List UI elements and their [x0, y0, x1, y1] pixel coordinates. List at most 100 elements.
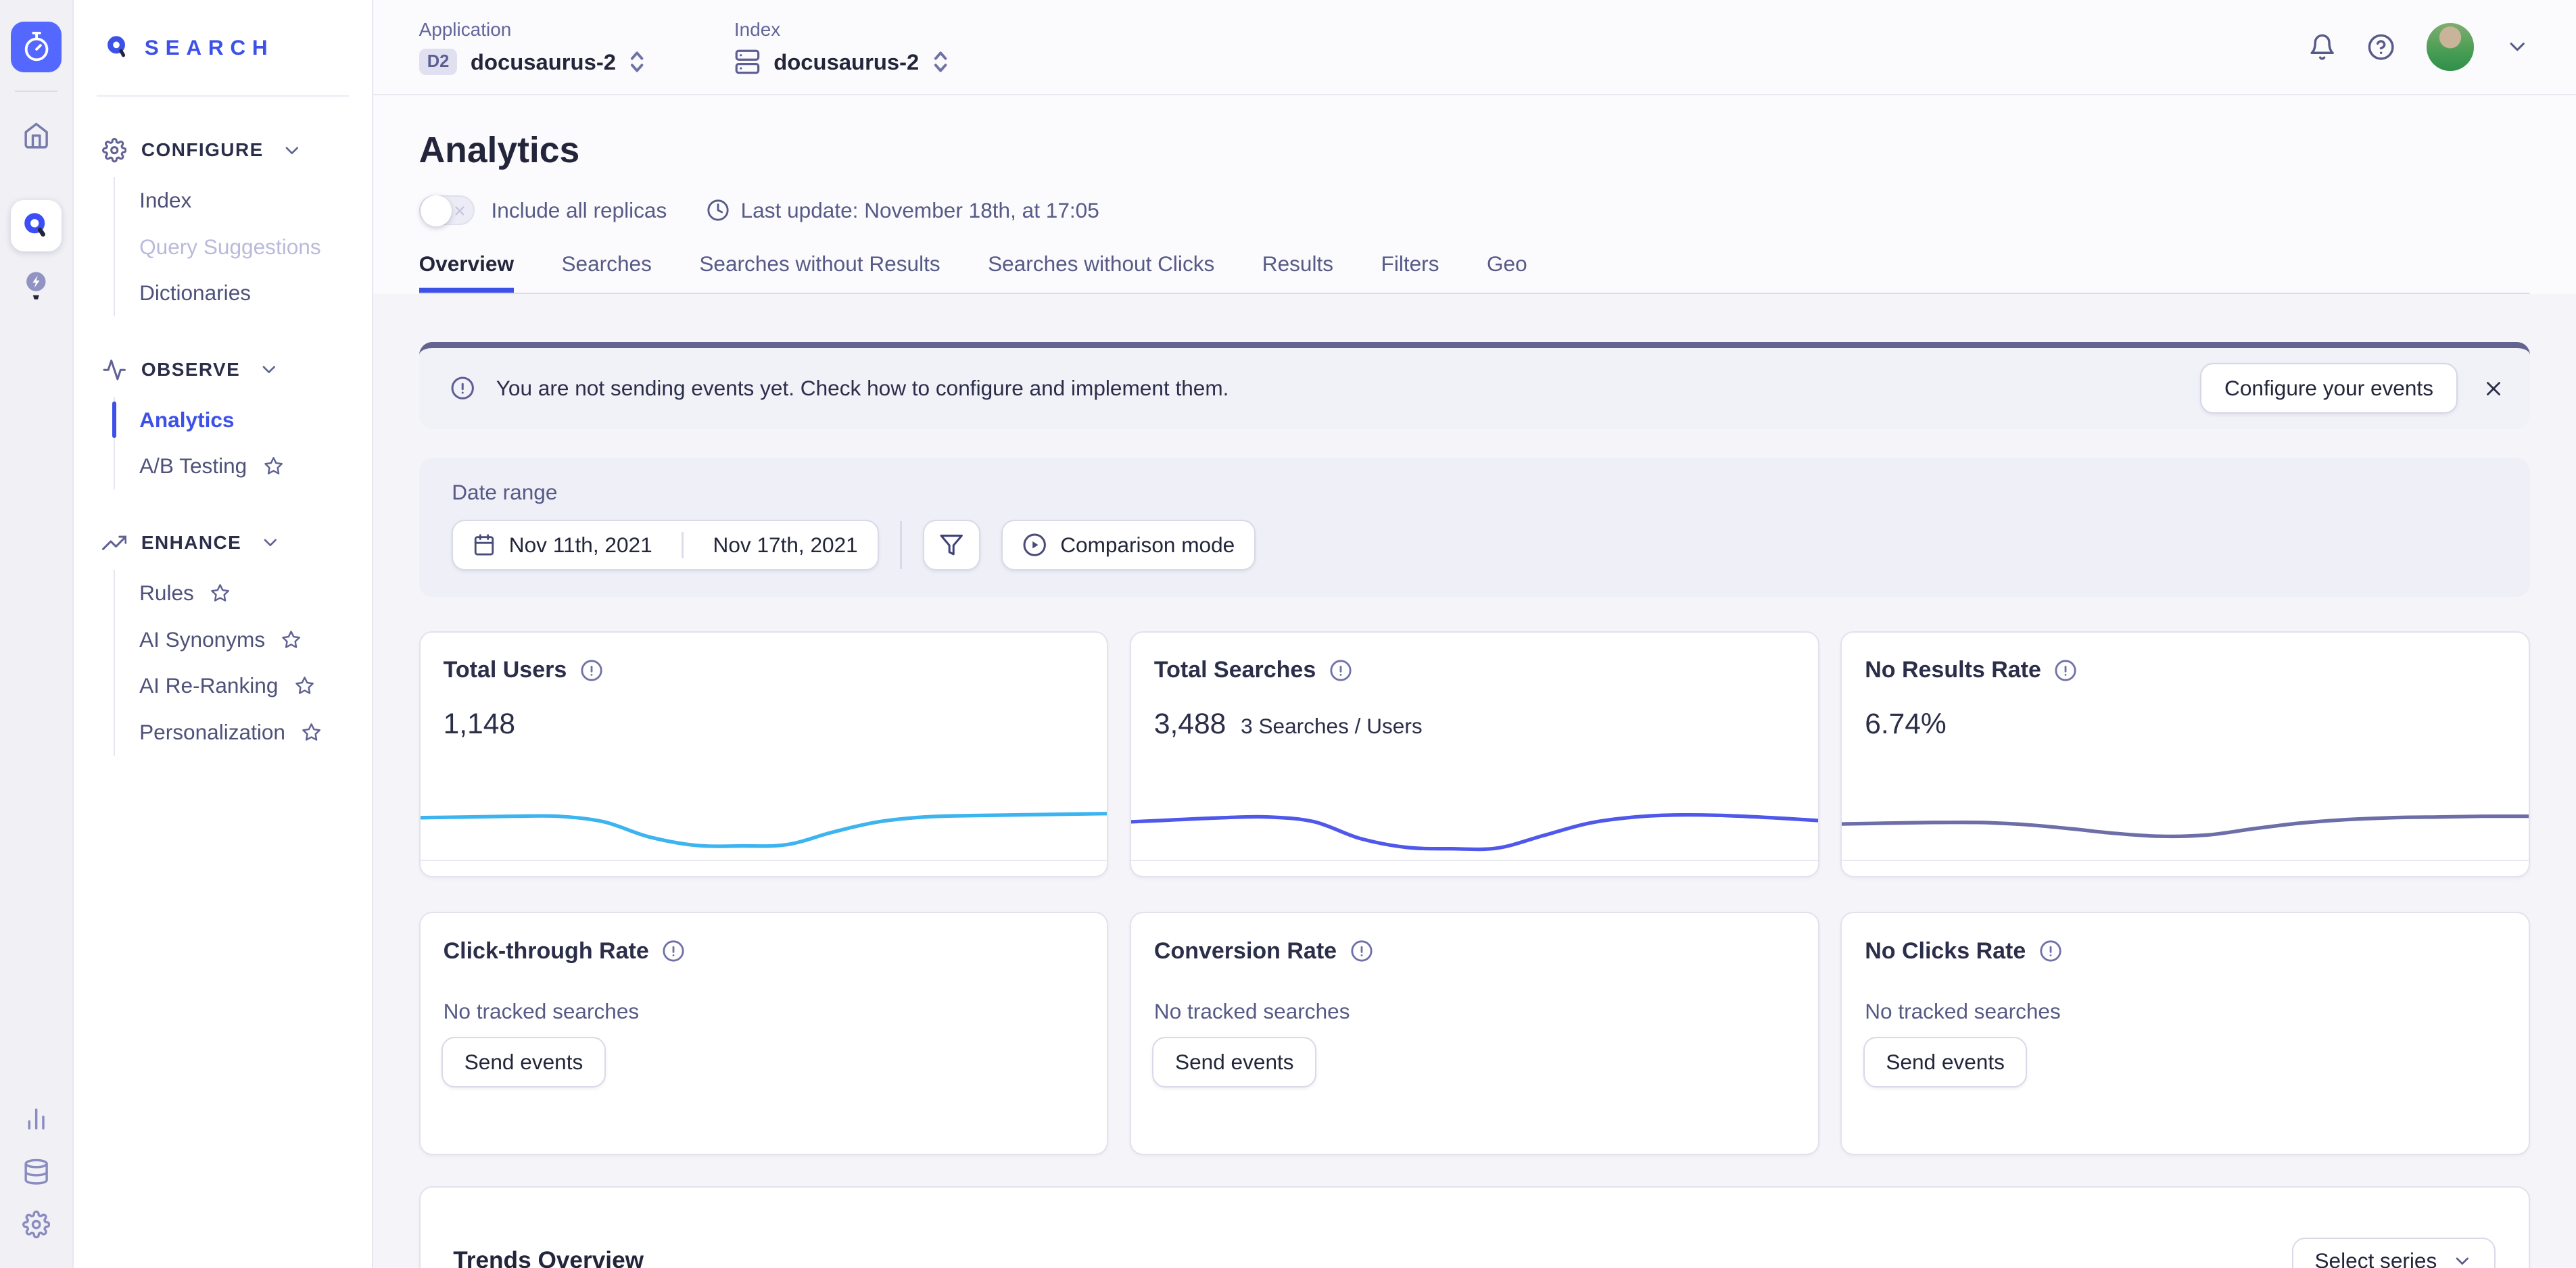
rail-bottom-group	[22, 1105, 50, 1268]
date-separator	[682, 532, 683, 558]
metric-cards-row-1: Total Users 1,148 Total Searches 3,488 3…	[419, 631, 2530, 877]
application-selector: Application D2 docusaurus-2	[419, 19, 646, 75]
empty-state-text: No tracked searches	[1131, 999, 1818, 1024]
empty-state-text: No tracked searches	[1842, 999, 2529, 1024]
star-icon	[302, 723, 321, 742]
sidebar: SEARCH CONFIGURE Index Query Suggestions…	[74, 0, 373, 1268]
index-select[interactable]: docusaurus-2	[734, 49, 949, 75]
metric-value: 6.74%	[1865, 708, 1947, 741]
bar-chart-icon[interactable]	[22, 1105, 50, 1133]
sidebar-item-ai-re-ranking[interactable]: AI Re-Ranking	[115, 662, 372, 709]
stopwatch-icon	[21, 31, 52, 62]
sidebar-item-query-suggestions[interactable]: Query Suggestions	[115, 224, 372, 270]
send-events-button[interactable]: Send events	[1152, 1037, 1316, 1088]
tab-overview[interactable]: Overview	[419, 251, 514, 293]
info-icon[interactable]	[662, 940, 685, 962]
sort-chevrons-icon	[629, 49, 645, 75]
metric-subtext: 3 Searches / Users	[1241, 714, 1423, 739]
database-icon[interactable]	[22, 1158, 50, 1186]
tab-searches[interactable]: Searches	[561, 251, 651, 293]
sidebar-item-ab-testing[interactable]: A/B Testing	[115, 443, 372, 490]
sparkline-baseline	[421, 860, 1107, 861]
chevron-down-icon	[260, 532, 281, 554]
card-total-users: Total Users 1,148	[419, 631, 1109, 877]
card-title: Total Users	[444, 657, 567, 683]
avatar[interactable]	[2427, 23, 2474, 70]
date-end: Nov 17th, 2021	[713, 533, 858, 558]
page-body: You are not sending events yet. Check ho…	[373, 294, 2576, 1268]
trending-up-icon	[102, 531, 126, 555]
events-banner: You are not sending events yet. Check ho…	[419, 342, 2530, 429]
gear-icon	[102, 138, 126, 162]
empty-state-text: No tracked searches	[421, 999, 1107, 1024]
recommend-bulb-icon[interactable]	[20, 268, 53, 303]
tab-filters[interactable]: Filters	[1381, 251, 1439, 293]
index-value: docusaurus-2	[773, 49, 919, 75]
algolia-logo[interactable]	[11, 22, 62, 72]
date-range-panel: Date range Nov 11th, 2021 Nov 17th, 2021	[419, 458, 2530, 597]
application-select[interactable]: D2 docusaurus-2	[419, 49, 646, 75]
bell-icon[interactable]	[2308, 33, 2336, 61]
send-events-button[interactable]: Send events	[442, 1037, 606, 1088]
date-range-button[interactable]: Nov 11th, 2021 Nov 17th, 2021	[452, 520, 879, 570]
home-icon[interactable]	[22, 122, 50, 149]
chevron-down-icon	[258, 359, 280, 381]
sidebar-item-ai-synonyms[interactable]: AI Synonyms	[115, 616, 372, 663]
card-title: No Clicks Rate	[1865, 938, 2026, 965]
tab-searches-without-clicks[interactable]: Searches without Clicks	[988, 251, 1214, 293]
index-label: Index	[734, 19, 949, 41]
sparkline-baseline	[1842, 860, 2529, 861]
chevron-down-icon	[281, 140, 303, 162]
close-icon[interactable]	[2482, 377, 2505, 400]
card-title: Total Searches	[1154, 657, 1316, 683]
application-value: docusaurus-2	[471, 49, 616, 75]
section-header-enhance[interactable]: ENHANCE	[74, 531, 371, 555]
chevron-down-icon[interactable]	[2505, 34, 2529, 59]
section-header-observe[interactable]: OBSERVE	[74, 358, 371, 382]
analytics-tabs: Overview Searches Searches without Resul…	[419, 251, 2530, 294]
tab-results[interactable]: Results	[1262, 251, 1333, 293]
search-product-icon[interactable]	[11, 200, 62, 251]
comparison-mode-button[interactable]: Comparison mode	[1001, 520, 1256, 570]
tab-searches-without-results[interactable]: Searches without Results	[699, 251, 940, 293]
icon-rail	[0, 0, 74, 1268]
last-update: Last update: November 18th, at 17:05	[707, 198, 1099, 223]
tab-geo[interactable]: Geo	[1487, 251, 1527, 293]
star-icon	[295, 676, 314, 696]
select-series-button[interactable]: Select series	[2292, 1238, 2496, 1267]
filter-button[interactable]	[923, 520, 980, 570]
info-icon[interactable]	[2039, 940, 2062, 962]
help-icon[interactable]	[2367, 33, 2395, 61]
star-icon	[264, 456, 283, 476]
card-conversion-rate: Conversion Rate No tracked searches Send…	[1130, 912, 1819, 1155]
configure-events-button[interactable]: Configure your events	[2200, 363, 2458, 414]
sidebar-item-personalization[interactable]: Personalization	[115, 709, 372, 756]
page-title: Analytics	[419, 130, 2530, 171]
section-label: CONFIGURE	[141, 139, 264, 161]
sidebar-section-configure: CONFIGURE Index Query Suggestions Dictio…	[74, 138, 371, 316]
info-icon[interactable]	[1350, 940, 1373, 962]
info-icon[interactable]	[580, 659, 603, 682]
sidebar-item-index[interactable]: Index	[115, 177, 372, 224]
sidebar-item-rules[interactable]: Rules	[115, 570, 372, 616]
chevron-down-icon	[2452, 1250, 2473, 1268]
include-replicas-toggle[interactable]	[419, 195, 475, 225]
section-header-configure[interactable]: CONFIGURE	[74, 138, 371, 162]
app-root: SEARCH CONFIGURE Index Query Suggestions…	[0, 0, 2576, 1268]
sparkline-baseline	[1131, 860, 1818, 861]
sidebar-section-enhance: ENHANCE Rules AI Synonyms AI Re-Ranking …	[74, 531, 371, 756]
play-circle-icon	[1022, 533, 1047, 557]
sidebar-item-analytics[interactable]: Analytics	[115, 397, 372, 443]
card-total-searches: Total Searches 3,488 3 Searches / Users	[1130, 631, 1819, 877]
total-users-sparkline	[421, 784, 1107, 860]
info-icon	[450, 376, 475, 400]
info-icon[interactable]	[2054, 659, 2077, 682]
info-icon[interactable]	[1329, 659, 1352, 682]
gear-icon[interactable]	[22, 1211, 50, 1238]
topbar-right-group	[2308, 23, 2530, 70]
send-events-button[interactable]: Send events	[1863, 1037, 2028, 1088]
clock-icon	[707, 199, 730, 222]
calendar-icon	[473, 533, 496, 556]
sidebar-item-dictionaries[interactable]: Dictionaries	[115, 270, 372, 317]
metric-cards-row-2: Click-through Rate No tracked searches S…	[419, 912, 2530, 1155]
